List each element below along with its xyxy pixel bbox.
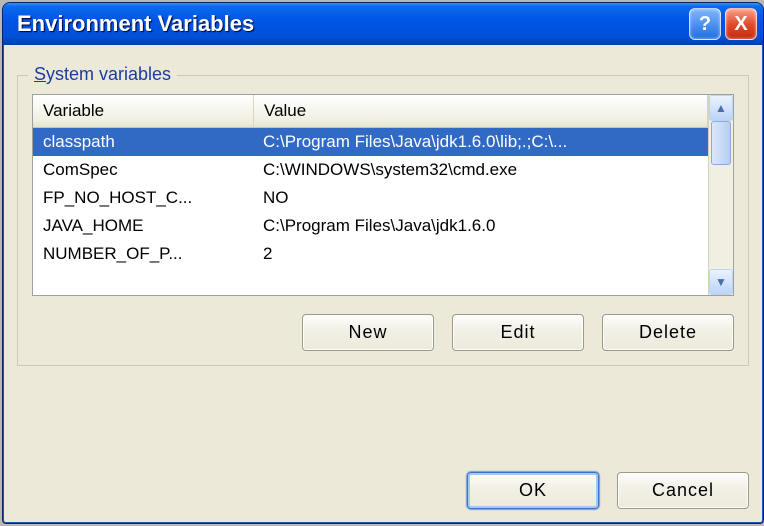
scroll-track[interactable] — [709, 121, 733, 269]
table-row[interactable]: JAVA_HOME C:\Program Files\Java\jdk1.6.0 — [33, 212, 708, 240]
help-icon: ? — [699, 13, 711, 36]
chevron-up-icon: ▲ — [715, 101, 727, 115]
table-row[interactable]: classpath C:\Program Files\Java\jdk1.6.0… — [33, 128, 708, 156]
table-row[interactable]: NUMBER_OF_P... 2 — [33, 240, 708, 268]
ok-button[interactable]: OK — [467, 472, 599, 509]
cancel-button[interactable]: Cancel — [617, 472, 749, 509]
scroll-thumb[interactable] — [711, 121, 731, 165]
system-variables-group: System variables Variable Value classpat… — [17, 75, 749, 366]
system-variables-list[interactable]: Variable Value classpath C:\Program File… — [32, 94, 734, 296]
close-button[interactable]: X — [725, 8, 757, 40]
titlebar[interactable]: Environment Variables ? X — [3, 3, 763, 45]
cell-value: C:\Program Files\Java\jdk1.6.0 — [253, 212, 708, 240]
chevron-down-icon: ▼ — [715, 275, 727, 289]
delete-button[interactable]: Delete — [602, 314, 734, 351]
vertical-scrollbar[interactable]: ▲ ▼ — [708, 95, 733, 295]
column-header-value[interactable]: Value — [254, 95, 708, 127]
environment-variables-dialog: Environment Variables ? X System variabl… — [2, 2, 764, 524]
scroll-up-button[interactable]: ▲ — [709, 95, 733, 121]
cell-value: 2 — [253, 240, 708, 268]
dialog-content: System variables Variable Value classpat… — [3, 45, 763, 523]
cell-value: C:\WINDOWS\system32\cmd.exe — [253, 156, 708, 184]
list-header[interactable]: Variable Value — [33, 95, 708, 128]
new-button[interactable]: New — [302, 314, 434, 351]
cell-variable: JAVA_HOME — [33, 212, 253, 240]
dialog-button-row: OK Cancel — [17, 454, 749, 509]
list-button-row: New Edit Delete — [32, 314, 734, 351]
column-header-variable[interactable]: Variable — [33, 95, 254, 127]
cell-variable: ComSpec — [33, 156, 253, 184]
close-icon: X — [734, 13, 747, 36]
table-row[interactable]: ComSpec C:\WINDOWS\system32\cmd.exe — [33, 156, 708, 184]
edit-button[interactable]: Edit — [452, 314, 584, 351]
cell-variable: classpath — [33, 128, 253, 156]
list-body: Variable Value classpath C:\Program File… — [33, 95, 708, 295]
cell-value: NO — [253, 184, 708, 212]
cell-value: C:\Program Files\Java\jdk1.6.0\lib;.;C:\… — [253, 128, 708, 156]
window-title: Environment Variables — [17, 11, 254, 37]
help-button[interactable]: ? — [689, 8, 721, 40]
cell-variable: NUMBER_OF_P... — [33, 240, 253, 268]
scroll-down-button[interactable]: ▼ — [709, 269, 733, 295]
system-variables-label: System variables — [28, 64, 177, 85]
cell-variable: FP_NO_HOST_C... — [33, 184, 253, 212]
table-row[interactable]: FP_NO_HOST_C... NO — [33, 184, 708, 212]
